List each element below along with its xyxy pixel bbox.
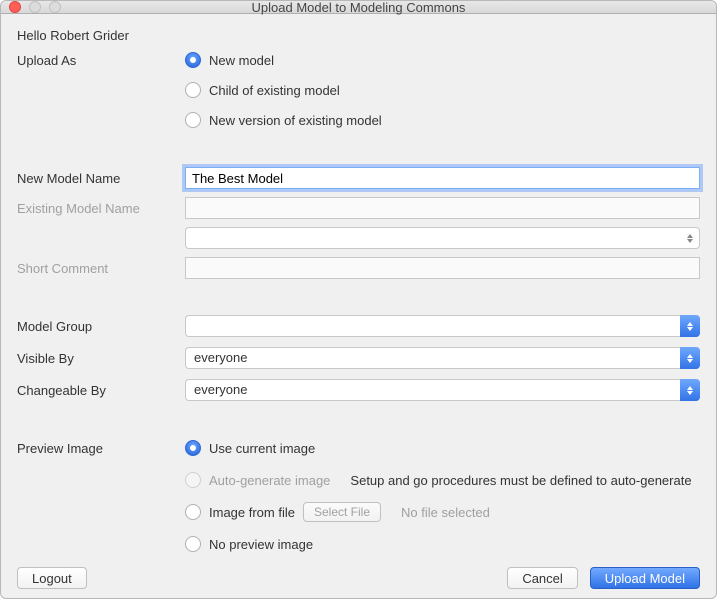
preview-file[interactable]: Image from file Select File No file sele… bbox=[185, 501, 700, 523]
visible-by-row: Visible By everyone bbox=[17, 347, 700, 369]
radio-label: Image from file bbox=[209, 505, 295, 520]
radio-icon[interactable] bbox=[185, 440, 201, 456]
logout-button[interactable]: Logout bbox=[17, 567, 87, 589]
select-display: everyone bbox=[185, 379, 700, 401]
upload-as-label: Upload As bbox=[17, 49, 185, 68]
existing-model-select bbox=[185, 227, 700, 249]
existing-model-name-input bbox=[185, 197, 700, 219]
radio-icon[interactable] bbox=[185, 82, 201, 98]
model-group-label: Model Group bbox=[17, 315, 185, 334]
traffic-lights bbox=[1, 1, 61, 13]
chevron-updown-icon[interactable] bbox=[680, 379, 700, 401]
preview-image-row: Preview Image Use current image Auto-gen… bbox=[17, 437, 700, 555]
radio-icon[interactable] bbox=[185, 536, 201, 552]
upload-as-child[interactable]: Child of existing model bbox=[185, 79, 700, 101]
model-group-select[interactable] bbox=[185, 315, 700, 337]
preview-none[interactable]: No preview image bbox=[185, 533, 700, 555]
new-model-name-label: New Model Name bbox=[17, 167, 185, 186]
upload-as-new[interactable]: New model bbox=[185, 49, 700, 71]
chevron-updown-icon[interactable] bbox=[680, 315, 700, 337]
changeable-by-row: Changeable By everyone bbox=[17, 379, 700, 401]
no-file-text: No file selected bbox=[401, 505, 490, 520]
chevron-updown-icon[interactable] bbox=[680, 347, 700, 369]
radio-label: Child of existing model bbox=[209, 83, 340, 98]
button-bar: Logout Cancel Upload Model bbox=[17, 555, 700, 589]
select-file-button: Select File bbox=[303, 502, 381, 522]
changeable-by-select[interactable]: everyone bbox=[185, 379, 700, 401]
preview-current[interactable]: Use current image bbox=[185, 437, 700, 459]
upload-model-button[interactable]: Upload Model bbox=[590, 567, 700, 589]
upload-as-new-version[interactable]: New version of existing model bbox=[185, 109, 700, 131]
new-model-name-input[interactable] bbox=[185, 167, 700, 189]
preview-image-label: Preview Image bbox=[17, 437, 185, 456]
select-display: everyone bbox=[185, 347, 700, 369]
radio-label: New model bbox=[209, 53, 274, 68]
greeting-text: Hello Robert Grider bbox=[17, 28, 700, 43]
preview-auto: Auto-generate image Setup and go procedu… bbox=[185, 469, 700, 491]
dialog-window: Upload Model to Modeling Commons Hello R… bbox=[0, 0, 717, 599]
visible-by-select[interactable]: everyone bbox=[185, 347, 700, 369]
radio-label: No preview image bbox=[209, 537, 313, 552]
existing-model-name-row: Existing Model Name bbox=[17, 197, 700, 249]
titlebar: Upload Model to Modeling Commons bbox=[1, 1, 716, 14]
existing-model-name-label: Existing Model Name bbox=[17, 197, 185, 216]
model-group-row: Model Group bbox=[17, 315, 700, 337]
radio-label: New version of existing model bbox=[209, 113, 382, 128]
window-title: Upload Model to Modeling Commons bbox=[1, 0, 716, 15]
chevron-updown-icon bbox=[680, 227, 700, 249]
close-icon[interactable] bbox=[9, 1, 21, 13]
short-comment-row: Short Comment bbox=[17, 257, 700, 279]
upload-as-row: Upload As New model Child of existing mo… bbox=[17, 49, 700, 131]
radio-icon[interactable] bbox=[185, 52, 201, 68]
changeable-by-label: Changeable By bbox=[17, 379, 185, 398]
visible-by-label: Visible By bbox=[17, 347, 185, 366]
short-comment-label: Short Comment bbox=[17, 257, 185, 276]
short-comment-input bbox=[185, 257, 700, 279]
radio-label: Auto-generate image bbox=[209, 473, 330, 488]
new-model-name-row: New Model Name bbox=[17, 167, 700, 189]
radio-icon[interactable] bbox=[185, 504, 201, 520]
minimize-icon bbox=[29, 1, 41, 13]
select-display bbox=[185, 227, 700, 249]
select-display bbox=[185, 315, 700, 337]
auto-hint-text: Setup and go procedures must be defined … bbox=[350, 473, 691, 488]
dialog-content: Hello Robert Grider Upload As New model … bbox=[1, 14, 716, 599]
radio-icon[interactable] bbox=[185, 112, 201, 128]
radio-label: Use current image bbox=[209, 441, 315, 456]
maximize-icon bbox=[49, 1, 61, 13]
cancel-button[interactable]: Cancel bbox=[507, 567, 577, 589]
radio-icon bbox=[185, 472, 201, 488]
